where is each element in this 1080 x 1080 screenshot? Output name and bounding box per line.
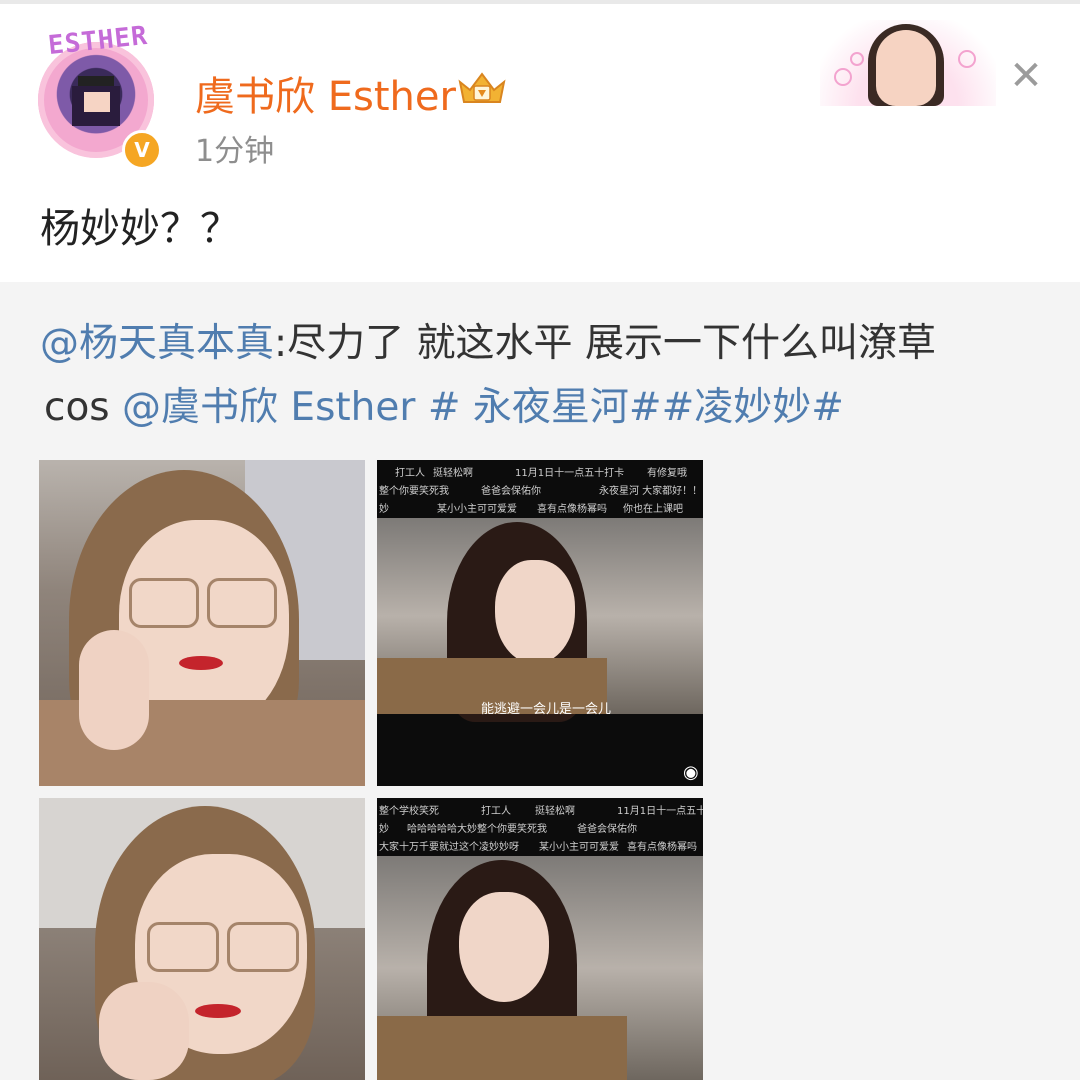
frame-coat — [377, 1016, 627, 1080]
danmu-comment: 喜有点像杨幂吗 — [537, 504, 607, 515]
photo-glasses — [227, 922, 299, 972]
danmu-comment: 某小小主可可爱爱 — [437, 504, 517, 515]
danmu-comment: 打工人 — [395, 468, 425, 479]
hashtag-link[interactable]: # 永夜星河##凌妙妙# — [415, 385, 844, 430]
danmu-comment: 整个学校笑死 — [379, 806, 439, 817]
danmu-comment: 爸爸会保佑你 — [481, 486, 541, 497]
danmu-comment: 11月1日十一点五十打卡 — [617, 806, 703, 817]
photo-glasses — [207, 578, 277, 628]
danmu-comment: 永夜星河 大家都好！！！！ — [599, 486, 703, 497]
repost-text: :尽力了 就这水平 展示一下什么叫潦草 — [274, 321, 936, 366]
repost-block[interactable]: @杨天真本真:尽力了 就这水平 展示一下什么叫潦草 cos @虞书欣 Esthe… — [0, 282, 1080, 1080]
avatar[interactable]: ESTHER V — [34, 21, 162, 170]
mention-link[interactable]: @杨天真本真 — [40, 321, 274, 366]
danmu-comment: 有修复哦 — [647, 468, 687, 479]
danmu-comment: 整个你要笑死我 — [379, 486, 449, 497]
danmu-comment: 你也在上课吧 — [623, 504, 683, 515]
post-timestamp: 1分钟 — [195, 134, 275, 169]
danmu-comment: 某小小主可可爱爱 — [539, 842, 619, 853]
verified-badge-icon: V — [122, 130, 162, 170]
video-subtitle: 能逃避一会儿是一会儿 — [481, 702, 612, 717]
repost-text: cos — [44, 385, 123, 430]
photo-hand — [99, 982, 189, 1080]
image-thumbnail[interactable] — [39, 798, 365, 1080]
photo-glasses — [147, 922, 219, 972]
banner-bubble — [958, 50, 976, 68]
danmu-comment: 挺轻松啊 — [535, 806, 575, 817]
mention-link[interactable]: @虞书欣 Esther — [122, 385, 415, 430]
repost-text-line1: @杨天真本真:尽力了 就这水平 展示一下什么叫潦草 — [40, 312, 936, 368]
video-frame — [377, 856, 703, 1080]
photo-glasses — [129, 578, 199, 628]
photo-lips — [195, 1004, 241, 1018]
danmu-comment: 打工人 — [481, 806, 511, 817]
banner-bubble — [834, 68, 852, 86]
weibo-logo-icon: ◉ — [683, 762, 699, 783]
decor-banner — [820, 20, 996, 106]
repost-text-line2: cos @虞书欣 Esther # 永夜星河##凌妙妙# — [44, 376, 844, 432]
avatar-pixel — [78, 76, 114, 86]
banner-portrait-face — [876, 30, 936, 106]
close-icon[interactable]: ✕ — [1006, 56, 1046, 96]
danmu-comment: 妙 — [379, 504, 389, 515]
frame-face — [495, 560, 575, 664]
post-text: 杨妙妙？？ — [40, 206, 240, 252]
image-thumbnail[interactable] — [39, 460, 365, 786]
danmu-comment: 11月1日十一点五十打卡 — [515, 468, 625, 479]
image-thumbnail[interactable]: 打工人 挺轻松啊 11月1日十一点五十打卡 有修复哦 整个你要笑死我 爸爸会保佑… — [377, 460, 703, 786]
danmu-comment: 大家十万千要就过这个凌妙妙呀 — [379, 842, 519, 853]
image-thumbnail[interactable]: 整个学校笑死 打工人 挺轻松啊 11月1日十一点五十打卡 妙 哈哈哈哈哈大妙整个… — [377, 798, 703, 1080]
banner-bubble — [850, 52, 864, 66]
post-header: ESTHER V 虞书欣 Esther 1分钟 ✕ 杨妙妙？？ — [0, 4, 1080, 282]
photo-lips — [179, 656, 223, 670]
avatar-pixel — [84, 92, 110, 112]
username[interactable]: 虞书欣 Esther — [195, 64, 456, 122]
frame-face — [459, 892, 549, 1002]
danmu-comment: 喜有点像杨幂吗 — [627, 842, 697, 853]
danmu-comment: 挺轻松啊 — [433, 468, 473, 479]
danmu-comment: 妙 — [379, 824, 389, 835]
video-frame — [377, 518, 703, 722]
crown-badge-icon — [458, 72, 506, 103]
danmu-comment: 哈哈哈哈哈大妙整个你要笑死我 — [407, 824, 547, 835]
photo-hand — [79, 630, 149, 750]
danmu-comment: 爸爸会保佑你 — [577, 824, 637, 835]
